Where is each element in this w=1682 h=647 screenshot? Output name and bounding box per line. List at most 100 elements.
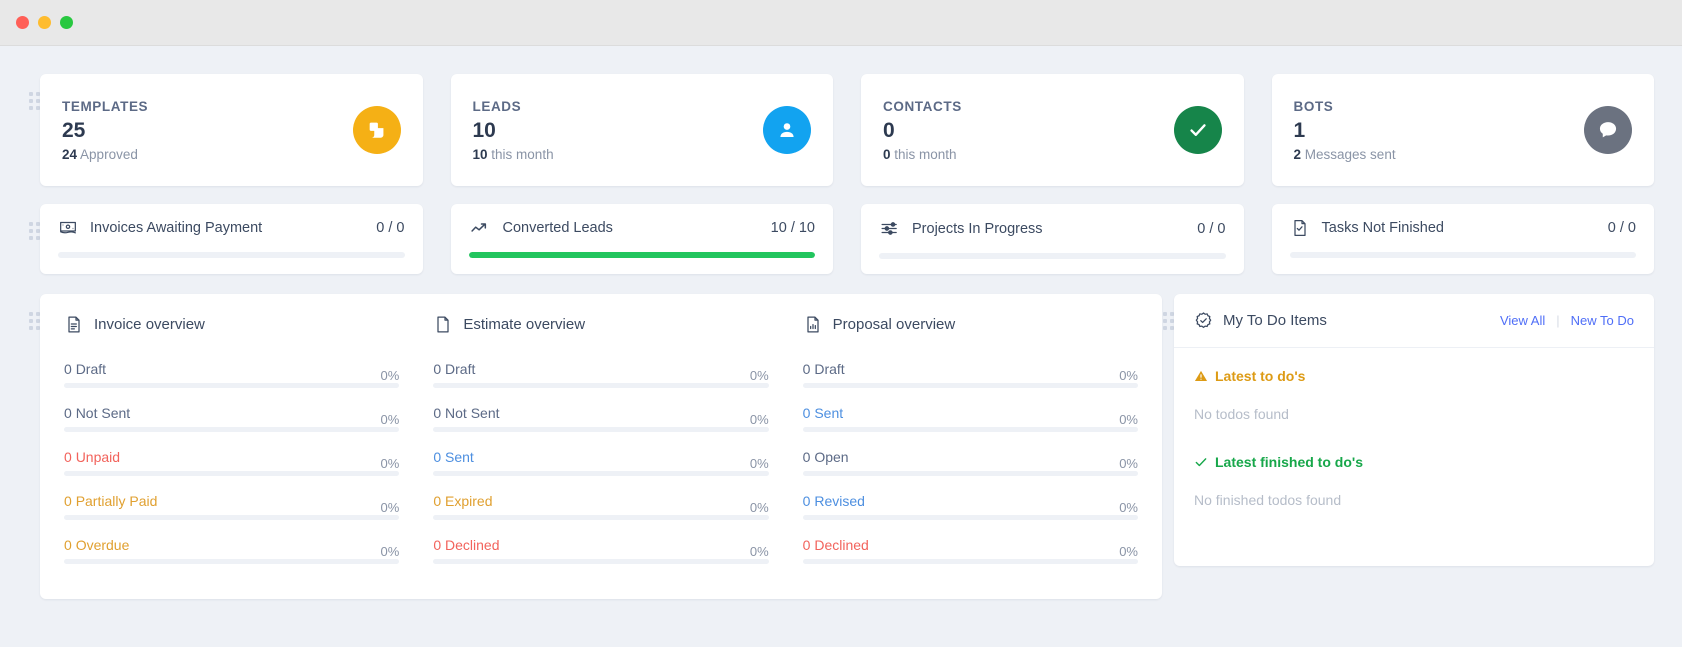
progress-card: Converted Leads 10 / 10 [450,204,833,274]
progress-card-count: 0 / 0 [1197,220,1226,237]
overview-item[interactable]: 0 Overdue 0% [64,537,400,564]
close-window-button[interactable] [16,16,29,29]
overview-item-name: Draft [814,361,845,377]
overview-item[interactable]: 0 Open 0% [802,449,1138,476]
overview-item-bar [802,515,1138,520]
trending-up-icon [469,218,491,238]
dashboard-page: TEMPLATES 25 24 Approved LEADS 10 10 this mon… [0,46,1682,647]
overview-item[interactable]: 0 Draft 0% [64,361,400,388]
overview-column-title: Invoice overview [94,316,205,333]
stat-card-value: 0 [883,118,895,142]
sliders-icon [879,218,900,239]
progress-card-label: Invoices Awaiting Payment [90,220,263,236]
todo-card: My To Do Items View All | New To Do Late… [1174,294,1654,566]
stat-card: BOTS 1 2 Messages sent [1271,74,1654,186]
view-all-link[interactable]: View All [1500,313,1545,328]
link-separator: | [1556,313,1560,328]
minimize-window-button[interactable] [38,16,51,29]
overview-item-row: 0 Draft 0% [433,361,768,383]
overview-item[interactable]: 0 Expired 0% [433,493,769,520]
stat-card-title: LEADS [472,98,522,114]
overview-item-label: 0 Revised [803,493,865,509]
overview-item-label: 0 Not Sent [433,405,499,421]
stat-card-sub-count: 10 [472,146,488,162]
stat-card-subtitle: 24 Approved [62,147,148,162]
overview-column-header: Proposal overview [803,314,1138,335]
overview-item[interactable]: 0 Partially Paid 0% [64,493,400,520]
overview-item[interactable]: 0 Not Sent 0% [64,405,400,432]
overview-item-label: 0 Sent [803,405,844,421]
overview-item-count: 0 [433,361,442,377]
stat-card-text: LEADS 10 10 this month [473,99,554,162]
overview-item-bar [433,383,769,388]
overview-item[interactable]: 0 Declined 0% [433,537,769,564]
progress-card-header: Projects In Progress 0 / 0 [879,218,1226,239]
overview-item-percent: 0% [380,412,400,427]
grip-dots-icon [28,222,40,240]
overview-item-name: Open [814,449,849,465]
progress-cards: Invoices Awaiting Payment 0 / 0 Converted … [40,204,1654,274]
overview-item-row: 0 Declined 0% [433,537,768,559]
new-todo-link[interactable]: New To Do [1571,313,1634,328]
overview-item[interactable]: 0 Declined 0% [802,537,1138,564]
overview-item[interactable]: 0 Not Sent 0% [433,405,769,432]
overview-item-row: 0 Overdue 0% [64,537,399,559]
stat-card-sub-text: this month [894,146,957,162]
overview-item-row: 0 Revised 0% [803,493,1138,515]
progress-cards-row: Invoices Awaiting Payment 0 / 0 Converted … [28,204,1654,274]
maximize-window-button[interactable] [60,16,73,29]
todo-header: My To Do Items View All | New To Do [1174,294,1654,348]
overview-item-label: 0 Partially Paid [64,493,157,509]
stat-card-value: 1 [1293,118,1306,142]
overview-item-bar [433,427,769,432]
overview-item[interactable]: 0 Revised 0% [802,493,1138,520]
overview-item[interactable]: 0 Sent 0% [802,405,1138,432]
overview-column-header: Estimate overview [433,314,768,335]
overview-item-count: 0 [433,449,442,465]
overview-item-percent: 0% [749,456,769,471]
progress-bar-track [468,252,815,258]
stat-card-sub-count: 0 [883,146,891,162]
overview-item-percent: 0% [749,368,769,383]
overview-item-name: Not Sent [75,405,131,421]
chat-icon [1584,106,1632,154]
stat-row-drag-handle[interactable] [28,74,40,110]
stat-card: TEMPLATES 25 24 Approved [40,74,423,186]
overview-item-bar [802,559,1138,564]
overview-item[interactable]: 0 Sent 0% [433,449,769,476]
overview-item[interactable]: 0 Unpaid 0% [64,449,400,476]
overview-item-percent: 0% [1119,412,1138,427]
todo-drag-handle[interactable] [1162,294,1174,330]
overview-item-label: 0 Unpaid [64,449,120,465]
todo-header-links: View All | New To Do [1500,313,1634,328]
overview-item[interactable]: 0 Draft 0% [802,361,1138,388]
overview-item-name: Draft [75,361,107,377]
overview-item-label: 0 Declined [803,537,869,553]
stat-card-sub-text: Messages sent [1304,146,1396,162]
overview-item-bar [433,471,769,476]
overview-item-row: 0 Sent 0% [433,449,768,471]
stat-card-text: BOTS 1 2 Messages sent [1294,99,1396,162]
progress-card-label: Converted Leads [502,220,613,236]
overview-item-count: 0 [433,405,442,421]
progress-row-drag-handle[interactable] [28,204,40,240]
overview-item-count: 0 [802,361,811,377]
overview-item-count: 0 [802,537,811,553]
overview-item[interactable]: 0 Draft 0% [433,361,769,388]
overview-item-percent: 0% [380,544,400,559]
overview-item-name: Declined [814,537,869,553]
progress-card-count: 0 / 0 [376,220,405,236]
overview-column: Proposal overview 0 Draft 0% 0 Sent 0% 0 Open… [802,314,1138,599]
finished-todos-label: Latest finished to do's [1215,454,1364,470]
progress-card: Invoices Awaiting Payment 0 / 0 [40,204,423,274]
overview-drag-handle[interactable] [28,294,40,330]
overview-item-name: Unpaid [75,449,121,465]
overview-item-bar [433,515,769,520]
overview-item-name: Revised [814,493,865,509]
latest-todos-empty: No todos found [1194,406,1289,422]
overview-item-row: 0 Not Sent 0% [64,405,399,427]
overview-column-title: Estimate overview [463,316,586,333]
warning-triangle-icon [1194,369,1208,383]
stat-card-sub-count: 24 [62,146,78,162]
stat-card-sub-text: this month [491,146,554,162]
